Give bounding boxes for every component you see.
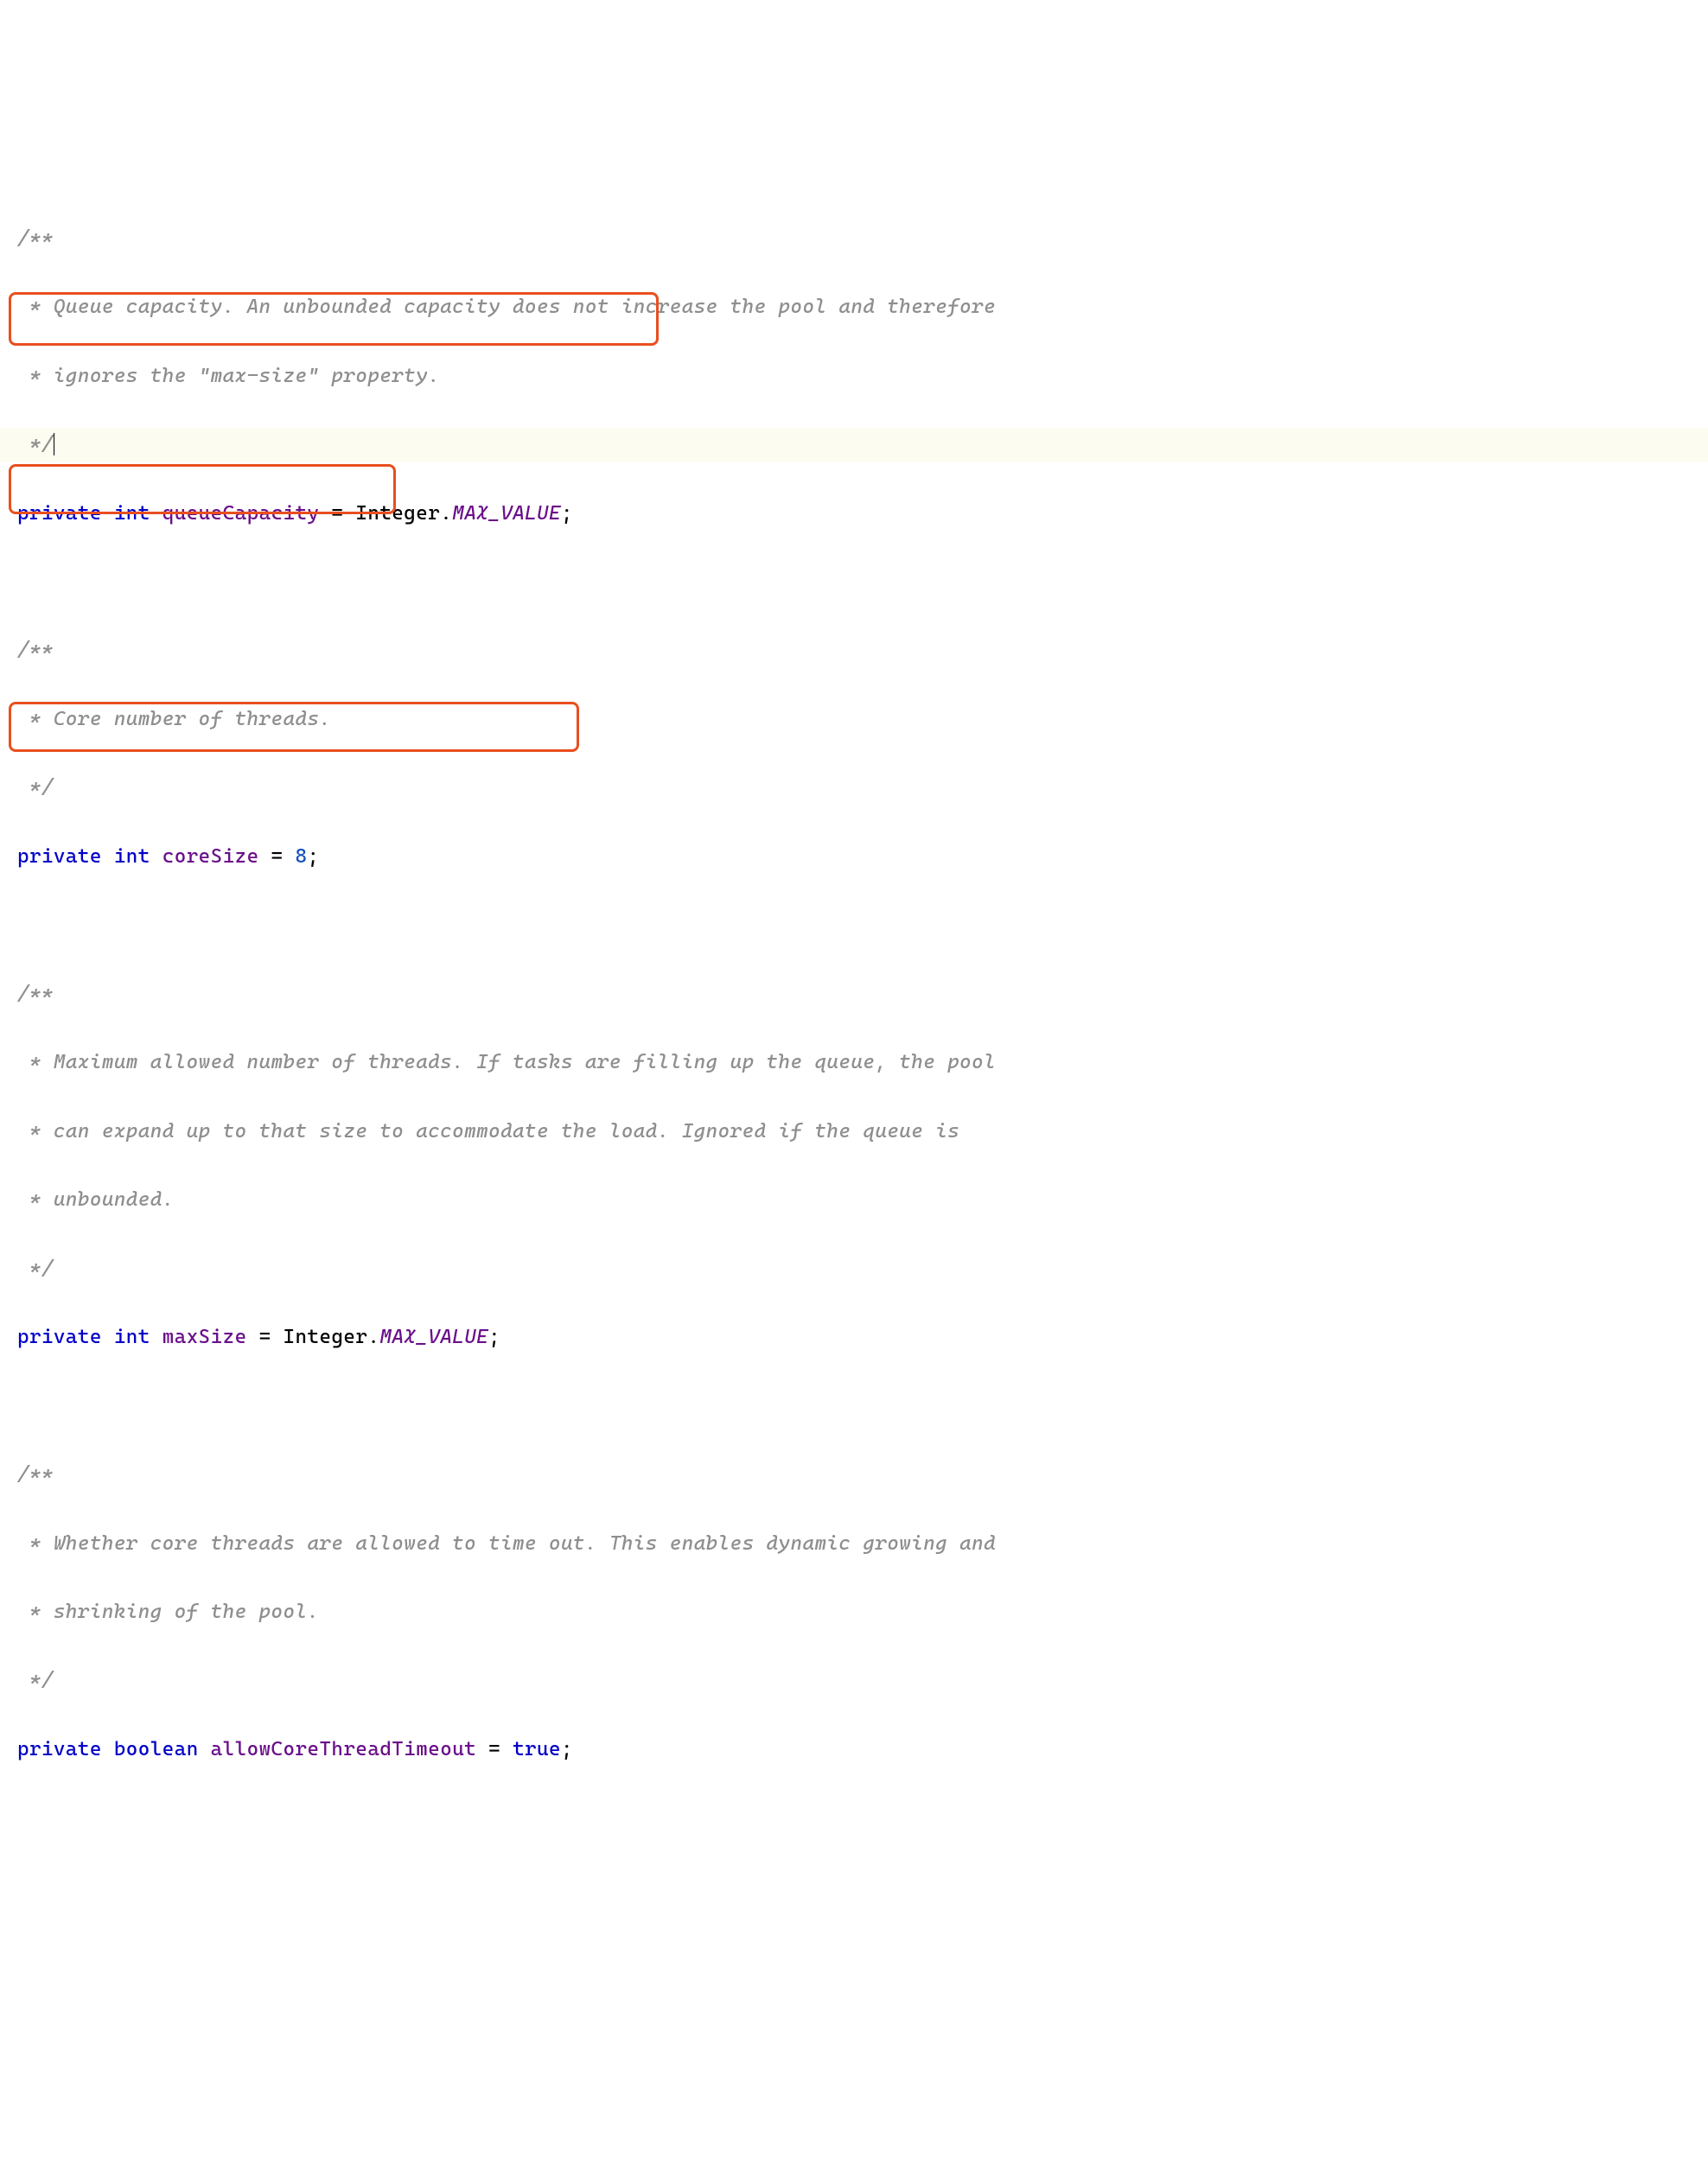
semicolon: ; [488, 1321, 500, 1355]
keyword-private: private [17, 1733, 102, 1767]
constant-name: MAX_VALUE [379, 1321, 488, 1355]
number-literal: 8 [296, 840, 308, 875]
code-line[interactable]: * Core number of threads. [0, 703, 1708, 737]
code-line[interactable]: /** [0, 977, 1708, 1012]
javadoc-body: * unbounded. [17, 1183, 175, 1218]
type-name: Integer [284, 1321, 368, 1355]
field-name: maxSize [163, 1321, 247, 1355]
field-name: coreSize [163, 840, 259, 875]
operator-eq: = [476, 1733, 513, 1767]
code-line[interactable]: * Queue capacity. An unbounded capacity … [0, 290, 1708, 325]
keyword-private: private [17, 497, 102, 532]
javadoc-body: * shrinking of the pool. [17, 1595, 319, 1630]
javadoc-body: * Core number of threads. [17, 703, 331, 737]
keyword-int: int [114, 497, 150, 532]
code-line[interactable]: /** [0, 634, 1708, 669]
code-line[interactable]: */ [0, 771, 1708, 805]
code-line[interactable]: * Whether core threads are allowed to ti… [0, 1527, 1708, 1562]
code-editor-area[interactable]: /** * Queue capacity. An unbounded capac… [0, 153, 1708, 1973]
javadoc-close: */ [17, 1252, 54, 1287]
code-line[interactable]: */ [0, 1252, 1708, 1287]
code-line[interactable]: * ignores the "max-size" property. [0, 360, 1708, 394]
code-line[interactable]: private int maxSize = Integer.MAX_VALUE; [0, 1321, 1708, 1355]
field-name: allowCoreThreadTimeout [211, 1733, 476, 1767]
operator-eq: = [259, 840, 296, 875]
blank-line[interactable] [0, 565, 1708, 600]
javadoc-open: /** [17, 222, 54, 257]
dot: . [440, 497, 452, 532]
code-line[interactable]: */ [0, 1665, 1708, 1699]
dot: . [367, 1321, 379, 1355]
operator-eq: = [247, 1321, 284, 1355]
constant-name: MAX_VALUE [452, 497, 561, 532]
javadoc-body: * ignores the "max-size" property. [17, 360, 440, 394]
javadoc-open: /** [17, 977, 54, 1012]
operator-eq: = [319, 497, 355, 532]
code-line[interactable]: /** [0, 1458, 1708, 1493]
javadoc-close: */ [17, 771, 54, 805]
javadoc-body: * Queue capacity. An unbounded capacity … [17, 290, 996, 325]
semicolon: ; [307, 840, 319, 875]
javadoc-body: * Whether core threads are allowed to ti… [17, 1527, 996, 1562]
keyword-boolean: boolean [114, 1733, 199, 1767]
type-name: Integer [355, 497, 440, 532]
javadoc-close: */ [17, 1664, 54, 1698]
field-name: queueCapacity [163, 497, 320, 532]
code-line-active[interactable]: */ [0, 428, 1708, 462]
code-line[interactable]: * shrinking of the pool. [0, 1595, 1708, 1630]
javadoc-body: * Maximum allowed number of threads. If … [17, 1046, 996, 1080]
javadoc-body: * can expand up to that size to accommod… [17, 1115, 959, 1149]
code-line[interactable]: * Maximum allowed number of threads. If … [0, 1046, 1708, 1080]
boolean-literal: true [513, 1733, 561, 1767]
keyword-private: private [17, 840, 102, 875]
javadoc-open: /** [17, 1458, 54, 1493]
blank-line[interactable] [0, 1390, 1708, 1424]
semicolon: ; [561, 1733, 573, 1767]
code-line[interactable]: private int queueCapacity = Integer.MAX_… [0, 497, 1708, 532]
keyword-int: int [114, 1321, 150, 1355]
code-line[interactable]: * can expand up to that size to accommod… [0, 1115, 1708, 1149]
code-line[interactable]: private int coreSize = 8; [0, 840, 1708, 875]
keyword-private: private [17, 1321, 102, 1355]
javadoc-close: */ [17, 428, 54, 462]
blank-line[interactable] [0, 908, 1708, 943]
keyword-int: int [114, 840, 150, 875]
code-line[interactable]: private boolean allowCoreThreadTimeout =… [0, 1733, 1708, 1767]
code-line[interactable]: * unbounded. [0, 1183, 1708, 1218]
semicolon: ; [561, 497, 573, 532]
text-cursor [54, 433, 55, 455]
code-line[interactable]: /** [0, 222, 1708, 257]
javadoc-open: /** [17, 633, 54, 668]
